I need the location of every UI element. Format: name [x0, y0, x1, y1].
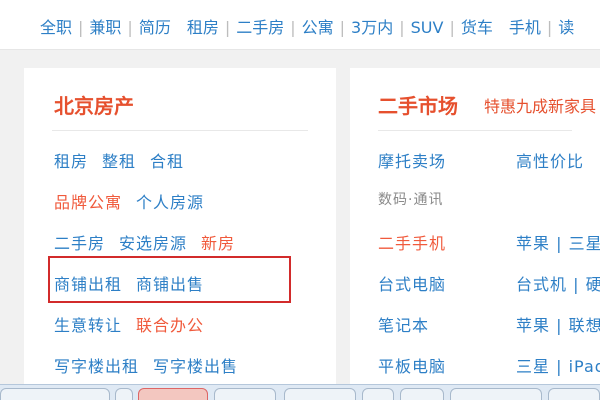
category-link[interactable]: 二手手机	[378, 230, 446, 254]
taskbar-button[interactable]	[115, 388, 133, 400]
nav-link[interactable]: 兼职	[89, 18, 121, 37]
category-link[interactable]: 写字楼出售	[153, 357, 238, 376]
taskbar-button[interactable]	[450, 388, 542, 400]
category-link[interactable]: 整租	[102, 152, 136, 171]
category-link[interactable]: 苹果 | 联想	[516, 312, 600, 336]
nav-separator: |	[290, 18, 296, 37]
category-link[interactable]: 写字楼出租	[54, 357, 139, 376]
nav-link[interactable]: 手机	[509, 18, 541, 37]
nav-link[interactable]: 读	[558, 18, 574, 37]
taskbar-browser-icon[interactable]	[138, 388, 208, 400]
nav-link[interactable]: 公寓	[302, 18, 334, 37]
taskbar-button[interactable]	[400, 388, 444, 400]
category-link[interactable]: 二手房	[54, 234, 105, 253]
nav-separator: |	[399, 18, 405, 37]
housing-panel-title[interactable]: 北京房产	[54, 90, 134, 119]
taskbar-button[interactable]	[214, 388, 276, 400]
category-link[interactable]: 台式机 | 硬	[516, 271, 600, 295]
nav-separator: |	[339, 18, 346, 37]
category-link[interactable]: 新房	[201, 234, 235, 253]
nav-separator: |	[449, 18, 455, 37]
category-link[interactable]: 联合办公	[136, 316, 204, 335]
category-link[interactable]: 租房	[54, 152, 88, 171]
category-link[interactable]: 苹果 | 三星	[516, 230, 600, 254]
category-link[interactable]: 摩托卖场	[378, 148, 446, 172]
category-link[interactable]: 笔记本	[378, 312, 429, 336]
link-row: 品牌公寓 个人房源	[54, 189, 218, 213]
nav-separator: |	[546, 18, 553, 37]
nav-link[interactable]: 简历	[139, 18, 171, 37]
os-taskbar	[0, 384, 600, 400]
taskbar-button[interactable]	[0, 388, 110, 400]
nav-link[interactable]: 3万内	[351, 18, 393, 37]
category-link[interactable]: 平板电脑	[378, 353, 446, 377]
housing-panel: 北京房产 租房 整租 合租 品牌公寓 个人房源 二手房 安选房源 新房 商铺出租 商铺出售 生意转让…	[24, 68, 336, 400]
link-row: 二手房 安选房源 新房	[54, 230, 249, 254]
category-link[interactable]: 台式电脑	[378, 271, 446, 295]
second-hand-panel-title[interactable]: 二手市场	[378, 90, 458, 119]
taskbar-button[interactable]	[284, 388, 356, 400]
second-hand-panel-subtitle[interactable]: 特惠九成新家具	[484, 93, 596, 117]
top-category-bar: 全职 | 兼职 | 简历 租房 | 二手房 | 公寓 | 3万内 | SUV | 货车 手机 | 读	[0, 0, 600, 50]
category-link[interactable]: 合租	[150, 152, 184, 171]
section-label: 数码·通讯	[378, 192, 444, 208]
category-link[interactable]: 个人房源	[136, 193, 204, 212]
second-hand-panel: 二手市场 特惠九成新家具 摩托卖场 高性价比数码·通讯二手手机 苹果 | 三星台式电…	[350, 68, 600, 400]
nav-link[interactable]: 租房	[187, 18, 219, 37]
nav-separator: |	[224, 18, 231, 37]
category-link[interactable]: 高性价比	[516, 148, 584, 172]
category-link[interactable]: 生意转让	[54, 316, 122, 335]
category-link[interactable]: 三星 | iPad	[516, 353, 600, 377]
nav-link[interactable]: SUV	[411, 18, 444, 37]
nav-separator: |	[78, 18, 84, 37]
nav-separator: |	[127, 18, 133, 37]
link-row: 写字楼出租 写字楼出售	[54, 353, 252, 377]
taskbar-button[interactable]	[548, 388, 600, 400]
panel-divider	[52, 130, 308, 131]
link-row: 租房 整租 合租	[54, 148, 198, 172]
taskbar-button[interactable]	[362, 388, 394, 400]
link-row: 生意转让 联合办公	[54, 312, 218, 336]
highlight-annotation-box	[48, 256, 291, 303]
nav-link[interactable]: 货车	[461, 18, 493, 37]
category-nav: 全职 | 兼职 | 简历 租房 | 二手房 | 公寓 | 3万内 | SUV | 货车 手机 | 读	[40, 14, 574, 38]
nav-link[interactable]: 二手房	[236, 18, 284, 37]
category-link[interactable]: 品牌公寓	[54, 193, 122, 212]
category-link[interactable]: 安选房源	[119, 234, 187, 253]
panel-divider	[378, 130, 572, 131]
nav-link[interactable]: 全职	[40, 18, 72, 37]
